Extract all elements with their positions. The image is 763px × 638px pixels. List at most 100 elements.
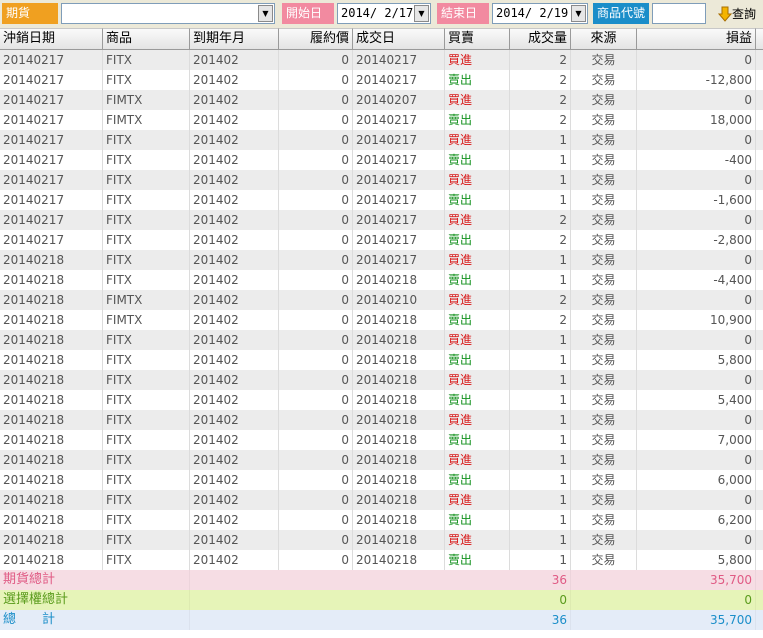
chevron-down-icon[interactable]: ▼	[258, 5, 273, 22]
grid-body: 20140217 FITX 201402 0 20140217 買進 2 交易 0 2014021…	[0, 50, 763, 630]
table-row[interactable]: 20140217 FITX 201402 0 20140217 買進 1 交易 0	[0, 130, 763, 150]
header-side[interactable]: 買賣	[445, 28, 510, 50]
table-row[interactable]: 20140218 FITX 201402 0 20140218 賣出 1 交易 5,800	[0, 350, 763, 370]
product-code-label: 商品代號	[593, 3, 649, 24]
row-filler	[756, 130, 763, 150]
header-pnl[interactable]: 損益	[637, 28, 756, 50]
start-date-label: 開始日	[282, 3, 334, 24]
start-date-picker[interactable]: 2014/ 2/17 ▼	[337, 3, 431, 24]
side-cell: 賣出	[445, 550, 510, 570]
table-row[interactable]: 20140217 FITX 201402 0 20140217 賣出 2 交易 -12,800	[0, 70, 763, 90]
table-row[interactable]: 20140217 FIMTX 201402 0 20140207 買進 2 交易 0	[0, 90, 763, 110]
side-cell: 賣出	[445, 150, 510, 170]
source-cell: 交易	[571, 130, 637, 150]
close-date-cell: 20140218	[0, 350, 103, 370]
table-row[interactable]: 20140218 FITX 201402 0 20140217 買進 1 交易 0	[0, 250, 763, 270]
expiry-cell: 201402	[190, 270, 279, 290]
table-row[interactable]: 20140218 FIMTX 201402 0 20140218 賣出 2 交易 10,900	[0, 310, 763, 330]
strike-cell: 0	[279, 150, 353, 170]
pnl-cell: 0	[637, 250, 756, 270]
source-cell: 交易	[571, 530, 637, 550]
chevron-down-icon[interactable]: ▼	[414, 5, 429, 22]
end-date-picker[interactable]: 2014/ 2/19 ▼	[492, 3, 588, 24]
source-cell: 交易	[571, 70, 637, 90]
pnl-cell: 0	[637, 530, 756, 550]
pnl-cell: 0	[637, 50, 756, 70]
table-row[interactable]: 20140217 FITX 201402 0 20140217 賣出 1 交易 -400	[0, 150, 763, 170]
table-row[interactable]: 20140218 FITX 201402 0 20140218 買進 1 交易 0	[0, 490, 763, 510]
market-label: 期貨	[2, 3, 58, 24]
product-cell: FITX	[103, 130, 190, 150]
pnl-cell: 0	[637, 170, 756, 190]
table-row[interactable]: 20140218 FITX 201402 0 20140218 賣出 1 交易 5,400	[0, 390, 763, 410]
table-row[interactable]: 20140218 FITX 201402 0 20140218 買進 1 交易 0	[0, 330, 763, 350]
options-total-row: 選擇權總計 0 0	[0, 590, 763, 610]
side-cell: 買進	[445, 90, 510, 110]
expiry-cell: 201402	[190, 530, 279, 550]
table-row[interactable]: 20140218 FITX 201402 0 20140218 賣出 1 交易 -4,400	[0, 270, 763, 290]
futures-total-qty: 36	[510, 570, 571, 590]
side-cell: 賣出	[445, 230, 510, 250]
product-cell: FITX	[103, 390, 190, 410]
side-cell: 賣出	[445, 190, 510, 210]
pnl-cell: 6,000	[637, 470, 756, 490]
strike-cell: 0	[279, 410, 353, 430]
end-date-label: 結束日	[437, 3, 489, 24]
query-button-label: 查詢	[732, 7, 757, 21]
table-row[interactable]: 20140217 FITX 201402 0 20140217 賣出 1 交易 -1,600	[0, 190, 763, 210]
futures-total-row: 期貨總計 36 35,700	[0, 570, 763, 590]
strike-cell: 0	[279, 50, 353, 70]
query-button[interactable]: 查詢	[709, 2, 763, 26]
strike-cell: 0	[279, 490, 353, 510]
header-source[interactable]: 來源	[571, 28, 637, 50]
trade-date-cell: 20140218	[353, 450, 445, 470]
trade-date-cell: 20140217	[353, 70, 445, 90]
header-expiry[interactable]: 到期年月	[190, 28, 279, 50]
qty-cell: 1	[510, 190, 571, 210]
source-cell: 交易	[571, 250, 637, 270]
trade-date-cell: 20140217	[353, 130, 445, 150]
market-select[interactable]: ▼	[61, 3, 275, 24]
table-row[interactable]: 20140217 FITX 201402 0 20140217 買進 2 交易 0	[0, 50, 763, 70]
strike-cell: 0	[279, 250, 353, 270]
settlement-grid: 沖銷日期 商品 到期年月 履約價 成交日 買賣 成交量 來源 損益 201402…	[0, 28, 763, 638]
row-filler	[756, 270, 763, 290]
header-trade-date[interactable]: 成交日	[353, 28, 445, 50]
source-cell: 交易	[571, 110, 637, 130]
header-qty[interactable]: 成交量	[510, 28, 571, 50]
trade-date-cell: 20140218	[353, 530, 445, 550]
product-code-input[interactable]	[652, 3, 706, 24]
product-cell: FITX	[103, 350, 190, 370]
row-filler	[756, 510, 763, 530]
table-row[interactable]: 20140217 FITX 201402 0 20140217 賣出 2 交易 -2,800	[0, 230, 763, 250]
table-row[interactable]: 20140218 FITX 201402 0 20140218 賣出 1 交易 6,000	[0, 470, 763, 490]
row-filler	[756, 390, 763, 410]
header-close-date[interactable]: 沖銷日期	[0, 28, 103, 50]
table-row[interactable]: 20140218 FITX 201402 0 20140218 買進 1 交易 0	[0, 370, 763, 390]
chevron-down-icon[interactable]: ▼	[571, 5, 586, 22]
expiry-cell: 201402	[190, 510, 279, 530]
expiry-cell: 201402	[190, 350, 279, 370]
pnl-cell: -2,800	[637, 230, 756, 250]
header-strike[interactable]: 履約價	[279, 28, 353, 50]
side-cell: 賣出	[445, 70, 510, 90]
table-row[interactable]: 20140218 FIMTX 201402 0 20140210 買進 2 交易 0	[0, 290, 763, 310]
table-row[interactable]: 20140217 FITX 201402 0 20140217 買進 2 交易 0	[0, 210, 763, 230]
table-row[interactable]: 20140217 FIMTX 201402 0 20140217 賣出 2 交易 18,000	[0, 110, 763, 130]
trade-date-cell: 20140218	[353, 550, 445, 570]
table-row[interactable]: 20140218 FITX 201402 0 20140218 賣出 1 交易 6,200	[0, 510, 763, 530]
close-date-cell: 20140218	[0, 550, 103, 570]
table-row[interactable]: 20140218 FITX 201402 0 20140218 買進 1 交易 0	[0, 450, 763, 470]
product-cell: FITX	[103, 450, 190, 470]
header-product[interactable]: 商品	[103, 28, 190, 50]
expiry-cell: 201402	[190, 50, 279, 70]
table-row[interactable]: 20140218 FITX 201402 0 20140218 賣出 1 交易 7,000	[0, 430, 763, 450]
table-row[interactable]: 20140218 FITX 201402 0 20140218 買進 1 交易 0	[0, 530, 763, 550]
table-row[interactable]: 20140217 FITX 201402 0 20140217 買進 1 交易 0	[0, 170, 763, 190]
table-row[interactable]: 20140218 FITX 201402 0 20140218 賣出 1 交易 5,800	[0, 550, 763, 570]
trade-date-cell: 20140218	[353, 430, 445, 450]
product-cell: FITX	[103, 250, 190, 270]
futures-total-label: 期貨總計	[0, 570, 190, 590]
table-row[interactable]: 20140218 FITX 201402 0 20140218 買進 1 交易 0	[0, 410, 763, 430]
side-cell: 買進	[445, 410, 510, 430]
